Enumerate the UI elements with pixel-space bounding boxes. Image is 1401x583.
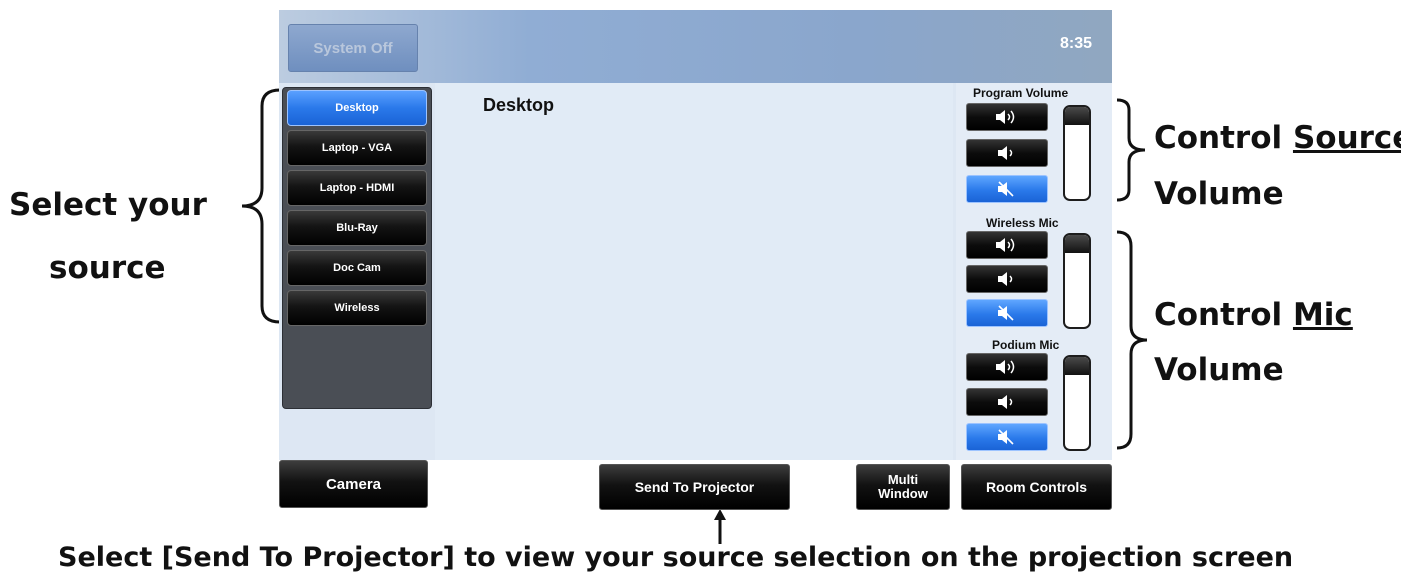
- source-preview-area: Desktop: [435, 83, 953, 460]
- wireless-mic-up-button[interactable]: [966, 231, 1048, 259]
- multi-window-label-line1: Multi: [887, 472, 919, 487]
- volume-column: Program Volume Wireless Mic Podium Mic: [956, 83, 1112, 460]
- program-volume-slider[interactable]: [1063, 105, 1091, 201]
- program-volume-down-button[interactable]: [966, 139, 1048, 167]
- annotation-control-mic-line1: Control Mic: [1154, 297, 1353, 333]
- volume-down-icon: [998, 395, 1013, 409]
- volume-up-icon: [996, 238, 1015, 252]
- podium-mic-label: Podium Mic: [992, 338, 1060, 352]
- volume-up-icon: [996, 360, 1015, 374]
- annotation-select-source-line1: Select your: [9, 187, 207, 223]
- volume-down-icon: [998, 146, 1013, 160]
- multi-window-button[interactable]: Multi Window: [856, 464, 950, 510]
- annotation-control-source-line2: Volume: [1154, 176, 1284, 212]
- volume-up-icon: [996, 110, 1015, 124]
- multi-window-label-line2: Window: [878, 486, 928, 501]
- annotation-control-mic-underlined: Mic: [1292, 297, 1353, 333]
- annotation-bottom-caption: Select [Send To Projector] to view your …: [58, 542, 1294, 573]
- volume-down-icon: [998, 272, 1013, 286]
- source-button-blu-ray[interactable]: Blu-Ray: [287, 210, 427, 246]
- left-brace: [241, 88, 281, 324]
- podium-mic-level: [1065, 357, 1089, 376]
- right-brace-mic: [1116, 230, 1148, 450]
- annotation-control-mic-prefix: Control: [1154, 297, 1293, 333]
- source-button-doc-cam[interactable]: Doc Cam: [287, 250, 427, 286]
- podium-mic-mute-button[interactable]: [966, 423, 1048, 451]
- podium-mic-up-button[interactable]: [966, 353, 1048, 381]
- annotation-control-mic-line2: Volume: [1154, 352, 1284, 388]
- right-brace-source: [1116, 98, 1146, 202]
- wireless-mic-down-button[interactable]: [966, 265, 1048, 293]
- mute-icon: [998, 429, 1014, 445]
- source-button-desktop[interactable]: Desktop: [287, 90, 427, 126]
- source-button-laptop-hdmi[interactable]: Laptop - HDMI: [287, 170, 427, 206]
- podium-mic-slider[interactable]: [1063, 355, 1091, 451]
- annotation-control-source-line1: Control Source: [1154, 120, 1401, 156]
- current-source-title: Desktop: [483, 95, 555, 115]
- mute-icon: [998, 181, 1014, 197]
- annotation-control-source-prefix: Control: [1154, 120, 1293, 156]
- wireless-mic-label: Wireless Mic: [986, 216, 1059, 230]
- wireless-mic-mute-button[interactable]: [966, 299, 1048, 327]
- room-controls-button[interactable]: Room Controls: [961, 464, 1112, 510]
- source-button-laptop-vga[interactable]: Laptop - VGA: [287, 130, 427, 166]
- top-bar: System Off 8:35: [279, 10, 1112, 83]
- touch-panel: System Off 8:35 Desktop Laptop - VGA Lap…: [279, 10, 1112, 510]
- program-volume-label: Program Volume: [973, 86, 1069, 100]
- bottom-bar: Camera Send To Projector Multi Window Ro…: [279, 460, 1112, 510]
- podium-mic-down-button[interactable]: [966, 388, 1048, 416]
- up-arrow-icon: [714, 509, 726, 544]
- wireless-mic-level: [1065, 235, 1089, 254]
- camera-button[interactable]: Camera: [279, 460, 428, 508]
- source-list: Desktop Laptop - VGA Laptop - HDMI Blu-R…: [282, 87, 432, 409]
- annotation-select-source-line2: source: [49, 250, 166, 286]
- send-to-projector-button[interactable]: Send To Projector: [599, 464, 790, 510]
- program-volume-level: [1065, 107, 1089, 126]
- annotation-control-source-underlined: Source: [1292, 120, 1401, 156]
- program-volume-mute-button[interactable]: [966, 175, 1048, 203]
- source-button-wireless[interactable]: Wireless: [287, 290, 427, 326]
- program-volume-up-button[interactable]: [966, 103, 1048, 131]
- clock: 8:35: [1059, 35, 1092, 52]
- system-off-button[interactable]: System Off: [288, 24, 418, 72]
- wireless-mic-slider[interactable]: [1063, 233, 1091, 329]
- mute-icon: [998, 305, 1014, 321]
